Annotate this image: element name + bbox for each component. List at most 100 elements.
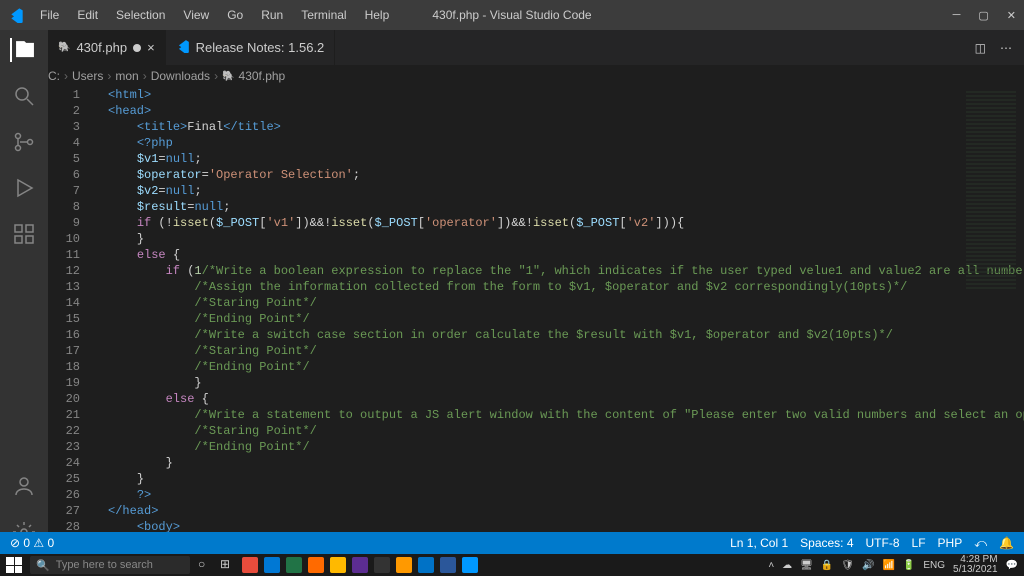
tray-chevron-icon[interactable]: ˄	[768, 560, 774, 571]
status-item[interactable]: ⤺	[974, 536, 987, 551]
code-line[interactable]: /*Write a statement to output a JS alert…	[108, 407, 964, 423]
tab-actions: ◫ ⋯	[975, 41, 1024, 55]
breadcrumb-segment[interactable]: mon	[115, 69, 138, 83]
app-icon[interactable]	[396, 557, 412, 573]
app-icon[interactable]	[352, 557, 368, 573]
vscode-taskbar-icon[interactable]	[462, 557, 478, 573]
maximize-icon[interactable]: ▢	[978, 9, 988, 22]
code-line[interactable]: /*Ending Point*/	[108, 311, 964, 327]
run-debug-icon[interactable]	[12, 176, 36, 200]
code-line[interactable]: /*Assign the information collected from …	[108, 279, 964, 295]
line-number: 8	[48, 199, 80, 215]
app-icon[interactable]	[418, 557, 434, 573]
source-control-icon[interactable]	[12, 130, 36, 154]
status-item[interactable]: Ln 1, Col 1	[730, 536, 788, 551]
line-number: 5	[48, 151, 80, 167]
breadcrumb-segment[interactable]: C:	[48, 69, 60, 83]
code-line[interactable]: <title>Final</title>	[108, 119, 964, 135]
more-actions-icon[interactable]: ⋯	[1000, 41, 1012, 55]
editor[interactable]: 1234567891011121314151617181920212223242…	[48, 87, 1024, 554]
code-line[interactable]: }	[108, 455, 964, 471]
minimap[interactable]	[966, 91, 1016, 291]
menu-file[interactable]: File	[32, 4, 67, 26]
code-line[interactable]: $v2=null;	[108, 183, 964, 199]
accounts-icon[interactable]	[12, 474, 36, 498]
taskbar-search[interactable]: 🔍 Type here to search	[30, 556, 190, 574]
status-item[interactable]: ⊘ 0 ⚠ 0	[10, 536, 54, 550]
task-view-icon[interactable]: ⊞	[220, 557, 236, 573]
php-file-icon: 🐘	[222, 71, 234, 82]
breadcrumb-segment[interactable]: Users	[72, 69, 103, 83]
code-line[interactable]: }	[108, 471, 964, 487]
breadcrumb-segment[interactable]: Downloads	[151, 69, 210, 83]
app-icon[interactable]	[286, 557, 302, 573]
menu-help[interactable]: Help	[357, 4, 398, 26]
menu-edit[interactable]: Edit	[69, 4, 106, 26]
cortana-icon[interactable]: ○	[198, 557, 214, 573]
menu-run[interactable]: Run	[253, 4, 291, 26]
line-number: 24	[48, 455, 80, 471]
code-line[interactable]: else {	[108, 247, 964, 263]
code-line[interactable]: }	[108, 231, 964, 247]
tray-lang[interactable]: ENG	[923, 560, 945, 571]
code-line[interactable]: /*Staring Point*/	[108, 423, 964, 439]
code-line[interactable]: $result=null;	[108, 199, 964, 215]
code-area[interactable]: <html><head> <title>Final</title> <?php …	[108, 87, 964, 554]
code-line[interactable]: if (1/*Write a boolean expression to rep…	[108, 263, 964, 279]
start-button[interactable]	[6, 557, 22, 573]
split-editor-icon[interactable]: ◫	[975, 41, 986, 55]
breadcrumb-segment[interactable]: 430f.php	[239, 69, 286, 83]
tab-430f-php[interactable]: 🐘430f.php×	[48, 30, 166, 65]
code-line[interactable]: /*Staring Point*/	[108, 343, 964, 359]
minimize-icon[interactable]: ─	[953, 9, 961, 22]
tray-icon[interactable]: 🔊	[862, 560, 874, 571]
code-line[interactable]: else {	[108, 391, 964, 407]
tray-icon[interactable]: 📶	[882, 560, 894, 571]
extensions-icon[interactable]	[12, 222, 36, 246]
code-line[interactable]: /*Staring Point*/	[108, 295, 964, 311]
search-icon[interactable]	[12, 84, 36, 108]
status-item[interactable]: Spaces: 4	[800, 536, 853, 551]
status-item[interactable]: PHP	[938, 536, 963, 551]
chevron-right-icon: ›	[143, 69, 147, 83]
code-line[interactable]: /*Write a switch case section in order c…	[108, 327, 964, 343]
code-line[interactable]: $operator='Operator Selection';	[108, 167, 964, 183]
app-icon[interactable]	[374, 557, 390, 573]
code-line[interactable]: <head>	[108, 103, 964, 119]
status-item[interactable]: 🔔	[999, 536, 1014, 551]
tray-icon[interactable]: 🔋	[903, 560, 915, 571]
status-item[interactable]: LF	[912, 536, 926, 551]
tray-icon[interactable]: ☁	[782, 560, 792, 571]
menu-view[interactable]: View	[175, 4, 217, 26]
close-tab-icon[interactable]: ×	[147, 40, 155, 55]
explorer-icon[interactable]	[10, 38, 36, 62]
vscode-icon	[8, 7, 24, 23]
tray-clock[interactable]: 4:28 PM5/13/2021	[953, 555, 998, 575]
close-icon[interactable]: ✕	[1007, 9, 1016, 22]
code-line[interactable]: }	[108, 375, 964, 391]
code-line[interactable]: <?php	[108, 135, 964, 151]
breadcrumb[interactable]: C:›Users›mon›Downloads›🐘430f.php	[0, 65, 1024, 87]
notifications-icon[interactable]: 💬	[1006, 560, 1018, 571]
code-line[interactable]: /*Ending Point*/	[108, 359, 964, 375]
code-line[interactable]: <html>	[108, 87, 964, 103]
windows-taskbar: 🔍 Type here to search ○ ⊞ ˄ ☁ 🖥 🔒 🛡 🔊 📶 …	[0, 554, 1024, 576]
tray-icon[interactable]: 🛡	[841, 560, 854, 571]
app-icon[interactable]	[242, 557, 258, 573]
app-icon[interactable]	[330, 557, 346, 573]
app-icon[interactable]	[264, 557, 280, 573]
status-item[interactable]: UTF-8	[866, 536, 900, 551]
tab-release-notes-1-56-2[interactable]: Release Notes: 1.56.2	[166, 30, 336, 65]
code-line[interactable]: $v1=null;	[108, 151, 964, 167]
tray-icon[interactable]: 🔒	[821, 560, 833, 571]
menu-terminal[interactable]: Terminal	[293, 4, 354, 26]
code-line[interactable]: /*Ending Point*/	[108, 439, 964, 455]
code-line[interactable]: </head>	[108, 503, 964, 519]
menu-selection[interactable]: Selection	[108, 4, 173, 26]
code-line[interactable]: ?>	[108, 487, 964, 503]
tray-icon[interactable]: 🖥	[800, 560, 813, 571]
code-line[interactable]: if (!isset($_POST['v1'])&&!isset($_POST[…	[108, 215, 964, 231]
app-icon[interactable]	[440, 557, 456, 573]
menu-go[interactable]: Go	[219, 4, 251, 26]
app-icon[interactable]	[308, 557, 324, 573]
